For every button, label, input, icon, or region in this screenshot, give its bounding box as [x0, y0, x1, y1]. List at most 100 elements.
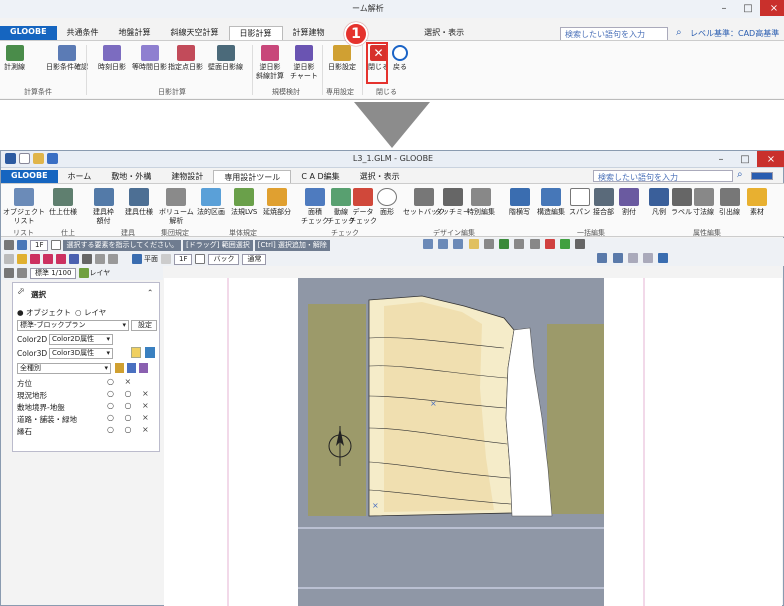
- tab-special-tools[interactable]: 専用設計ツール: [213, 170, 292, 183]
- minimize-icon[interactable]: –: [709, 151, 733, 167]
- floor-selector[interactable]: 1F: [30, 239, 49, 251]
- home-floor-icon[interactable]: [51, 240, 62, 250]
- tab-calc-building[interactable]: 計算建物: [283, 26, 335, 40]
- tile-icon[interactable]: [453, 239, 464, 249]
- nav-back-icon[interactable]: [4, 240, 14, 250]
- shape-button[interactable]: 面形: [377, 188, 397, 217]
- plan-canvas[interactable]: × ×: [164, 278, 782, 606]
- tab-sky-calc[interactable]: 斜線天空計算: [161, 26, 229, 40]
- filter-icon[interactable]: [483, 239, 494, 249]
- split-view-icon[interactable]: [438, 239, 449, 249]
- cross-select-icon[interactable]: [30, 254, 40, 264]
- scale-selector[interactable]: 標準 1/100: [30, 267, 77, 279]
- point-shadow-button[interactable]: 指定点日影: [168, 45, 203, 72]
- plan-floor-selector[interactable]: 1F: [174, 253, 193, 265]
- layout-icon[interactable]: [422, 239, 433, 249]
- tab-common-conditions[interactable]: 共通条件: [57, 26, 109, 40]
- filter-list-icon[interactable]: [108, 254, 118, 264]
- bulb-icon[interactable]: [131, 347, 141, 358]
- list-item-flags[interactable]: ○ ○ ×: [107, 413, 153, 422]
- tab-ground-calc[interactable]: 地盤計算: [109, 26, 161, 40]
- leader-line-button[interactable]: 引出線: [719, 188, 740, 217]
- close-icon[interactable]: ×: [757, 151, 784, 167]
- tab-shadow-calc[interactable]: 日影計算: [228, 26, 283, 40]
- finish-spec-button[interactable]: 仕上仕様: [49, 188, 77, 217]
- snap-icon[interactable]: [499, 239, 510, 249]
- select-range-icon[interactable]: [17, 254, 27, 264]
- line-select-icon[interactable]: [56, 254, 66, 264]
- area-check-button[interactable]: 面積 チェック: [301, 188, 329, 226]
- tab-select-display[interactable]: 選択・表示: [414, 26, 474, 40]
- measure-line-button[interactable]: 計測線: [4, 45, 25, 72]
- span-button[interactable]: スパン: [569, 188, 590, 217]
- list-item-flags[interactable]: ○ ○ ×: [107, 389, 153, 398]
- legal-lvs-button[interactable]: 法規LVS: [231, 188, 257, 217]
- window-tile-icon[interactable]: [597, 253, 608, 263]
- window-split-icon[interactable]: [627, 253, 638, 263]
- window-cascade-icon[interactable]: [612, 253, 623, 263]
- radio-object[interactable]: ● オブジェクト: [17, 307, 71, 318]
- reverse-shadow-chart-button[interactable]: 逆日影 チャート: [290, 45, 318, 81]
- structure-edit-button[interactable]: 構造編集: [537, 188, 565, 217]
- visible-icon[interactable]: [115, 363, 124, 373]
- window-next-icon[interactable]: [658, 253, 669, 263]
- radio-layer[interactable]: ○ レイヤ: [75, 307, 106, 318]
- shadow-condition-button[interactable]: 日影条件確認: [46, 45, 88, 72]
- legal-zone-button[interactable]: 法的区画: [197, 188, 225, 217]
- undo-icon[interactable]: [514, 239, 525, 249]
- fixture-frame-button[interactable]: 建具枠 額付: [93, 188, 114, 226]
- mode-selector[interactable]: 通常: [242, 253, 267, 265]
- diagonal-icon[interactable]: [69, 254, 79, 264]
- tab-gloobe[interactable]: GLOOBE: [0, 26, 57, 40]
- layer-icon[interactable]: [79, 268, 90, 278]
- allocation-button[interactable]: 割付: [619, 188, 639, 217]
- polygon-select-icon[interactable]: [43, 254, 53, 264]
- minimize-icon[interactable]: –: [712, 0, 736, 16]
- tab-cad-edit[interactable]: C A D編集: [291, 170, 349, 183]
- preset-settings-button[interactable]: 設定: [131, 320, 157, 331]
- color2d-select[interactable]: Color2D属性 ▾: [49, 334, 113, 345]
- reverse-shadow-slope-button[interactable]: 逆日影 斜線計算: [256, 45, 284, 81]
- gl-icon[interactable]: [17, 240, 27, 250]
- level-indicator[interactable]: [751, 172, 773, 180]
- data-check-button[interactable]: データ チェック: [349, 188, 377, 226]
- hourly-shadow-button[interactable]: 時刻日影: [98, 45, 126, 72]
- move-icon[interactable]: [544, 239, 555, 249]
- maximize-icon[interactable]: □: [733, 151, 757, 167]
- tab-building-design[interactable]: 建物設計: [161, 170, 213, 183]
- joint-button[interactable]: 接合部: [593, 188, 614, 217]
- object-list-button[interactable]: オブジェクト リスト: [3, 188, 45, 226]
- main-search-input[interactable]: 検索したい語句を入力: [593, 170, 733, 182]
- floor-copy-button[interactable]: 階横写: [509, 188, 530, 217]
- tab-select-display[interactable]: 選択・表示: [350, 170, 410, 183]
- color3d-select[interactable]: Color3D属性 ▾: [49, 348, 113, 359]
- plan-home-icon[interactable]: [195, 254, 206, 264]
- level-basis-label[interactable]: レベル基準：CAD高基準: [690, 28, 779, 39]
- wall-shadow-button[interactable]: 壁面日影線: [208, 45, 243, 72]
- rotate-icon[interactable]: [4, 268, 14, 278]
- redo-icon[interactable]: [529, 239, 540, 249]
- special-edit-button[interactable]: 特別編集: [467, 188, 495, 217]
- top-search-input[interactable]: 検索したい語句を入力: [560, 27, 668, 41]
- preset-select[interactable]: 標準-ブロックプラン ▾: [17, 320, 129, 331]
- legend-button[interactable]: 凡例: [649, 188, 669, 217]
- copy-icon[interactable]: [560, 239, 571, 249]
- list-item-flags[interactable]: ○ ○ ×: [107, 401, 153, 410]
- material-button[interactable]: 素材: [747, 188, 767, 217]
- view-toggle-icon[interactable]: [161, 254, 171, 264]
- touch-me-button[interactable]: タッチミー: [435, 188, 470, 217]
- hatch-icon[interactable]: [82, 254, 92, 264]
- tab-site-exterior[interactable]: 敷地・外構: [101, 170, 161, 183]
- return-button[interactable]: 戻る: [392, 45, 408, 72]
- pen-icon[interactable]: [17, 268, 27, 278]
- arrow-right-icon[interactable]: [95, 254, 105, 264]
- fixture-spec-button[interactable]: 建具仕様: [125, 188, 153, 217]
- list-item-flags[interactable]: ○ ×: [107, 377, 135, 386]
- tab-home[interactable]: ホーム: [58, 170, 102, 183]
- close-icon[interactable]: ×: [760, 0, 784, 16]
- selectable-icon[interactable]: [127, 363, 136, 373]
- edit-pen-icon[interactable]: [139, 363, 148, 373]
- label-button[interactable]: ラベル: [671, 188, 692, 217]
- shadow-settings-button[interactable]: 日影設定: [328, 45, 356, 72]
- maximize-icon[interactable]: □: [736, 0, 760, 16]
